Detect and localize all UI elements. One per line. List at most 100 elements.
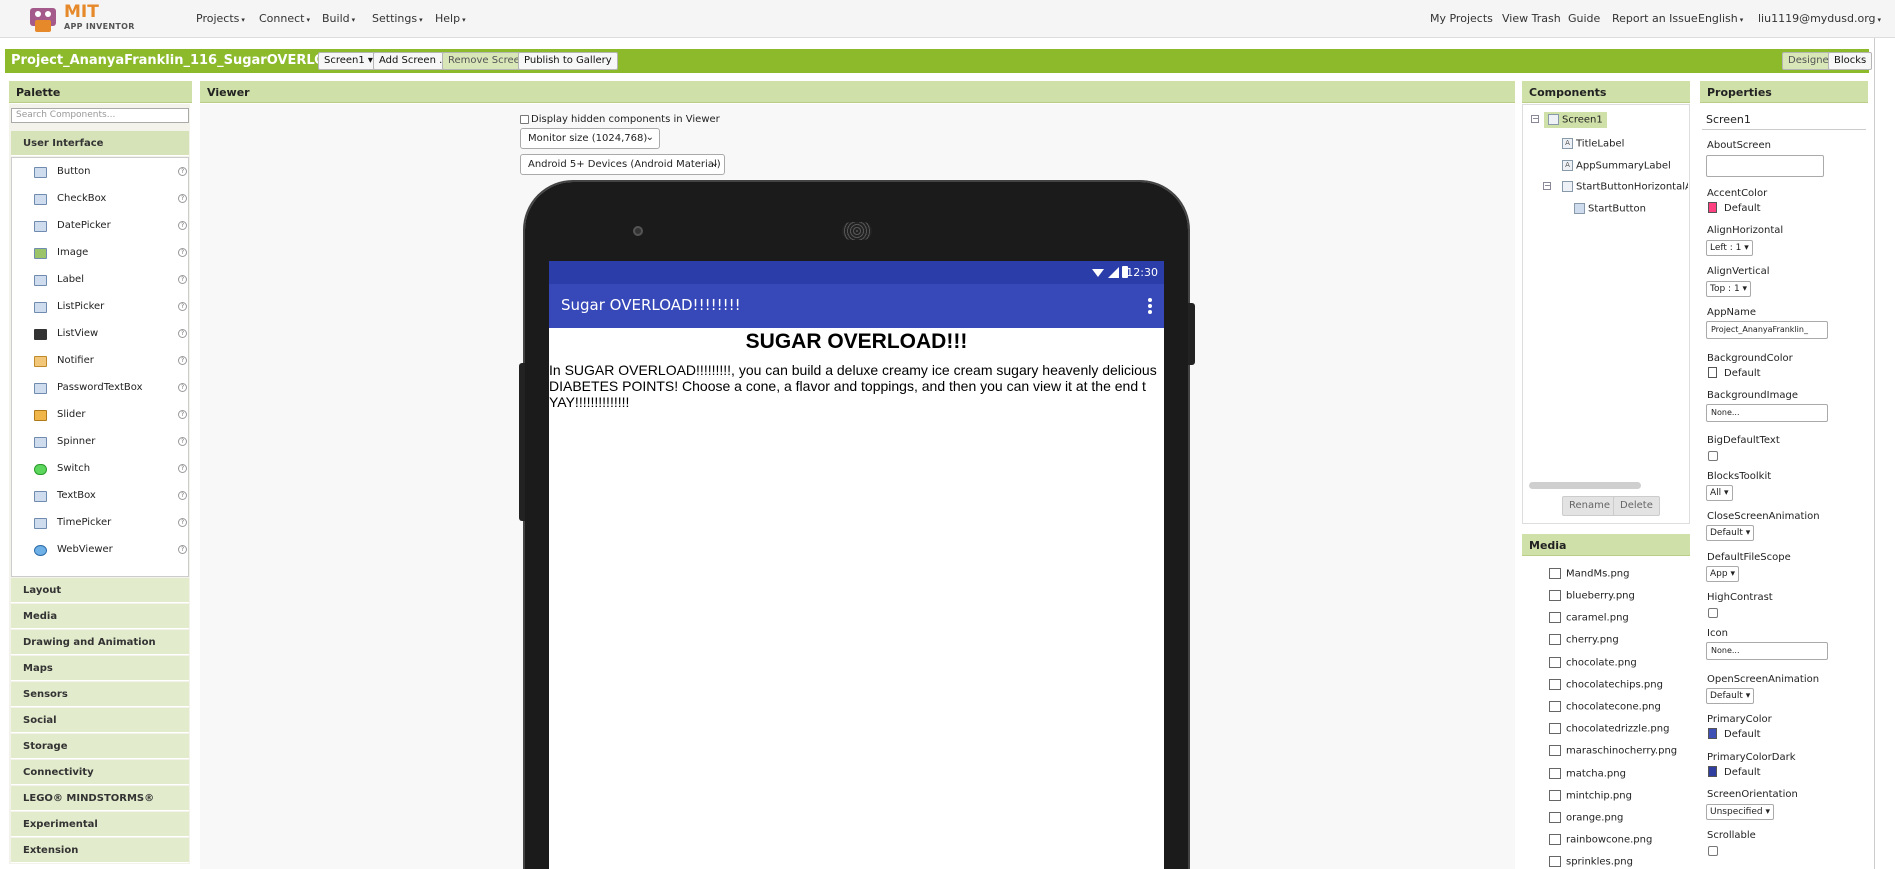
blocks-button[interactable]: Blocks bbox=[1828, 52, 1873, 70]
prop-accentcolor-label: AccentColor bbox=[1707, 188, 1768, 199]
category-experimental[interactable]: Experimental bbox=[11, 812, 189, 837]
help-icon[interactable]: ? bbox=[178, 437, 187, 446]
prop-backgroundimage-input[interactable]: None... bbox=[1706, 404, 1828, 422]
category-sensors[interactable]: Sensors bbox=[11, 682, 189, 707]
prop-openscreenanimation-select[interactable]: Default ▾ bbox=[1706, 688, 1755, 704]
textbox-icon bbox=[34, 491, 47, 502]
media-file[interactable]: cherry.png bbox=[1549, 634, 1619, 646]
prop-screenorientation-select[interactable]: Unspecified ▾ bbox=[1706, 804, 1774, 820]
app-inventor-logo[interactable]: MIT APP INVENTOR bbox=[26, 2, 136, 36]
background-color-swatch[interactable] bbox=[1708, 367, 1717, 378]
publish-gallery-button[interactable]: Publish to Gallery bbox=[518, 52, 618, 70]
category-lego-mindstorms[interactable]: LEGO® MINDSTORMS® bbox=[11, 786, 189, 811]
prop-defaultfilescope-select[interactable]: App ▾ bbox=[1706, 566, 1739, 582]
category-connectivity[interactable]: Connectivity bbox=[11, 760, 189, 785]
search-components-input[interactable]: Search Components... bbox=[11, 108, 189, 123]
link-guide[interactable]: Guide bbox=[1568, 12, 1600, 25]
collapse-icon[interactable]: − bbox=[1543, 182, 1551, 190]
prop-scrollable-checkbox[interactable] bbox=[1708, 846, 1718, 856]
link-my-projects[interactable]: My Projects bbox=[1430, 12, 1493, 25]
media-file[interactable]: orange.png bbox=[1549, 812, 1623, 824]
prop-icon-input[interactable]: None... bbox=[1706, 642, 1828, 660]
media-file[interactable]: caramel.png bbox=[1549, 612, 1629, 624]
help-icon[interactable]: ? bbox=[178, 194, 187, 203]
category-storage[interactable]: Storage bbox=[11, 734, 189, 759]
prop-alignvertical-label: AlignVertical bbox=[1707, 266, 1770, 277]
category-maps[interactable]: Maps bbox=[11, 656, 189, 681]
category-extension[interactable]: Extension bbox=[11, 838, 189, 863]
prop-aboutscreen-textarea[interactable] bbox=[1706, 155, 1824, 177]
help-icon[interactable]: ? bbox=[178, 329, 187, 338]
media-file[interactable]: mintchip.png bbox=[1549, 790, 1632, 802]
help-icon[interactable]: ? bbox=[178, 167, 187, 176]
help-icon[interactable]: ? bbox=[178, 491, 187, 500]
app-summary-label[interactable]: In SUGAR OVERLOAD!!!!!!!!!, you can buil… bbox=[549, 362, 1164, 412]
delete-button[interactable]: Delete bbox=[1613, 496, 1660, 516]
prop-primarycolordark-value[interactable]: Default bbox=[1724, 767, 1761, 778]
link-view-trash[interactable]: View Trash bbox=[1502, 12, 1561, 25]
link-report-issue[interactable]: Report an Issue bbox=[1612, 12, 1698, 25]
tree-node-startbuttonhorizontalarrangement[interactable]: StartButtonHorizontalArra bbox=[1562, 181, 1688, 193]
prop-primarycolor-value[interactable]: Default bbox=[1724, 729, 1761, 740]
help-icon[interactable]: ? bbox=[178, 248, 187, 257]
prop-backgroundcolor-value[interactable]: Default bbox=[1724, 368, 1761, 379]
display-hidden-checkbox[interactable] bbox=[520, 115, 529, 124]
media-file[interactable]: maraschinocherry.png bbox=[1549, 745, 1677, 757]
media-file[interactable]: blueberry.png bbox=[1549, 590, 1635, 602]
help-icon[interactable]: ? bbox=[178, 383, 187, 392]
monitor-size-select[interactable]: Monitor size (1024,768) ⌄ bbox=[520, 128, 660, 149]
tree-node-titlelabel[interactable]: A TitleLabel bbox=[1562, 138, 1624, 150]
category-media[interactable]: Media bbox=[11, 604, 189, 629]
help-icon[interactable]: ? bbox=[178, 410, 187, 419]
category-layout[interactable]: Layout bbox=[11, 578, 189, 603]
media-file[interactable]: sprinkles.png bbox=[1549, 856, 1633, 868]
media-file[interactable]: chocolatecone.png bbox=[1549, 701, 1661, 713]
help-icon[interactable]: ? bbox=[178, 356, 187, 365]
tree-node-screen1[interactable]: Screen1 bbox=[1544, 112, 1607, 128]
prop-alignhorizontal-select[interactable]: Left : 1 ▾ bbox=[1706, 240, 1753, 256]
primary-color-dark-swatch[interactable] bbox=[1708, 766, 1717, 777]
media-file[interactable]: rainbowcone.png bbox=[1549, 834, 1652, 846]
menu-settings[interactable]: Settings ▾ bbox=[372, 12, 423, 25]
prop-blockstoolkit-select[interactable]: All ▾ bbox=[1706, 485, 1733, 501]
prop-accentcolor-value[interactable]: Default bbox=[1724, 203, 1761, 214]
menu-projects[interactable]: Projects ▾ bbox=[196, 12, 245, 25]
media-file[interactable]: chocolate.png bbox=[1549, 657, 1637, 669]
media-file[interactable]: matcha.png bbox=[1549, 768, 1626, 780]
components-scrollbar[interactable] bbox=[1529, 482, 1641, 489]
screen-select[interactable]: Screen1 ▾ bbox=[318, 52, 379, 70]
prop-highcontrast-checkbox[interactable] bbox=[1708, 608, 1718, 618]
language-menu[interactable]: English ▾ bbox=[1698, 12, 1743, 25]
help-icon[interactable]: ? bbox=[178, 464, 187, 473]
collapse-icon[interactable]: − bbox=[1531, 115, 1539, 123]
media-file[interactable]: MandMs.png bbox=[1549, 568, 1630, 580]
prop-bigdefaulttext-checkbox[interactable] bbox=[1708, 451, 1718, 461]
menu-help[interactable]: Help ▾ bbox=[435, 12, 466, 25]
accent-color-swatch[interactable] bbox=[1708, 202, 1717, 213]
device-type-select[interactable]: Android 5+ Devices (Android Material) ⌄ bbox=[520, 154, 725, 175]
help-icon[interactable]: ? bbox=[178, 221, 187, 230]
menu-build[interactable]: Build ▾ bbox=[322, 12, 355, 25]
category-drawing-animation[interactable]: Drawing and Animation bbox=[11, 630, 189, 655]
prop-alignvertical-select[interactable]: Top : 1 ▾ bbox=[1706, 281, 1752, 297]
overflow-menu-icon[interactable] bbox=[1148, 298, 1152, 316]
prop-appname-input[interactable]: Project_AnanyaFranklin_ bbox=[1706, 321, 1828, 339]
category-user-interface[interactable]: User Interface bbox=[11, 131, 189, 156]
media-file[interactable]: chocolatechips.png bbox=[1549, 679, 1663, 691]
tree-node-appsummarylabel[interactable]: A AppSummaryLabel bbox=[1562, 160, 1671, 172]
help-icon[interactable]: ? bbox=[178, 302, 187, 311]
help-icon[interactable]: ? bbox=[178, 275, 187, 284]
help-icon[interactable]: ? bbox=[178, 518, 187, 527]
display-hidden-label: Display hidden components in Viewer bbox=[531, 114, 720, 125]
tree-node-startbutton[interactable]: StartButton bbox=[1574, 203, 1646, 215]
category-social[interactable]: Social bbox=[11, 708, 189, 733]
user-account-menu[interactable]: liu1119@mydusd.org ▾ bbox=[1758, 12, 1881, 25]
rename-button[interactable]: Rename bbox=[1562, 496, 1618, 516]
media-file[interactable]: chocolatedrizzle.png bbox=[1549, 723, 1669, 735]
primary-color-swatch[interactable] bbox=[1708, 728, 1717, 739]
help-icon[interactable]: ? bbox=[178, 545, 187, 554]
title-label[interactable]: SUGAR OVERLOAD!!! bbox=[549, 330, 1164, 354]
prop-backgroundimage-label: BackgroundImage bbox=[1707, 390, 1798, 401]
prop-closescreenanimation-select[interactable]: Default ▾ bbox=[1706, 525, 1755, 541]
menu-connect[interactable]: Connect ▾ bbox=[259, 12, 310, 25]
